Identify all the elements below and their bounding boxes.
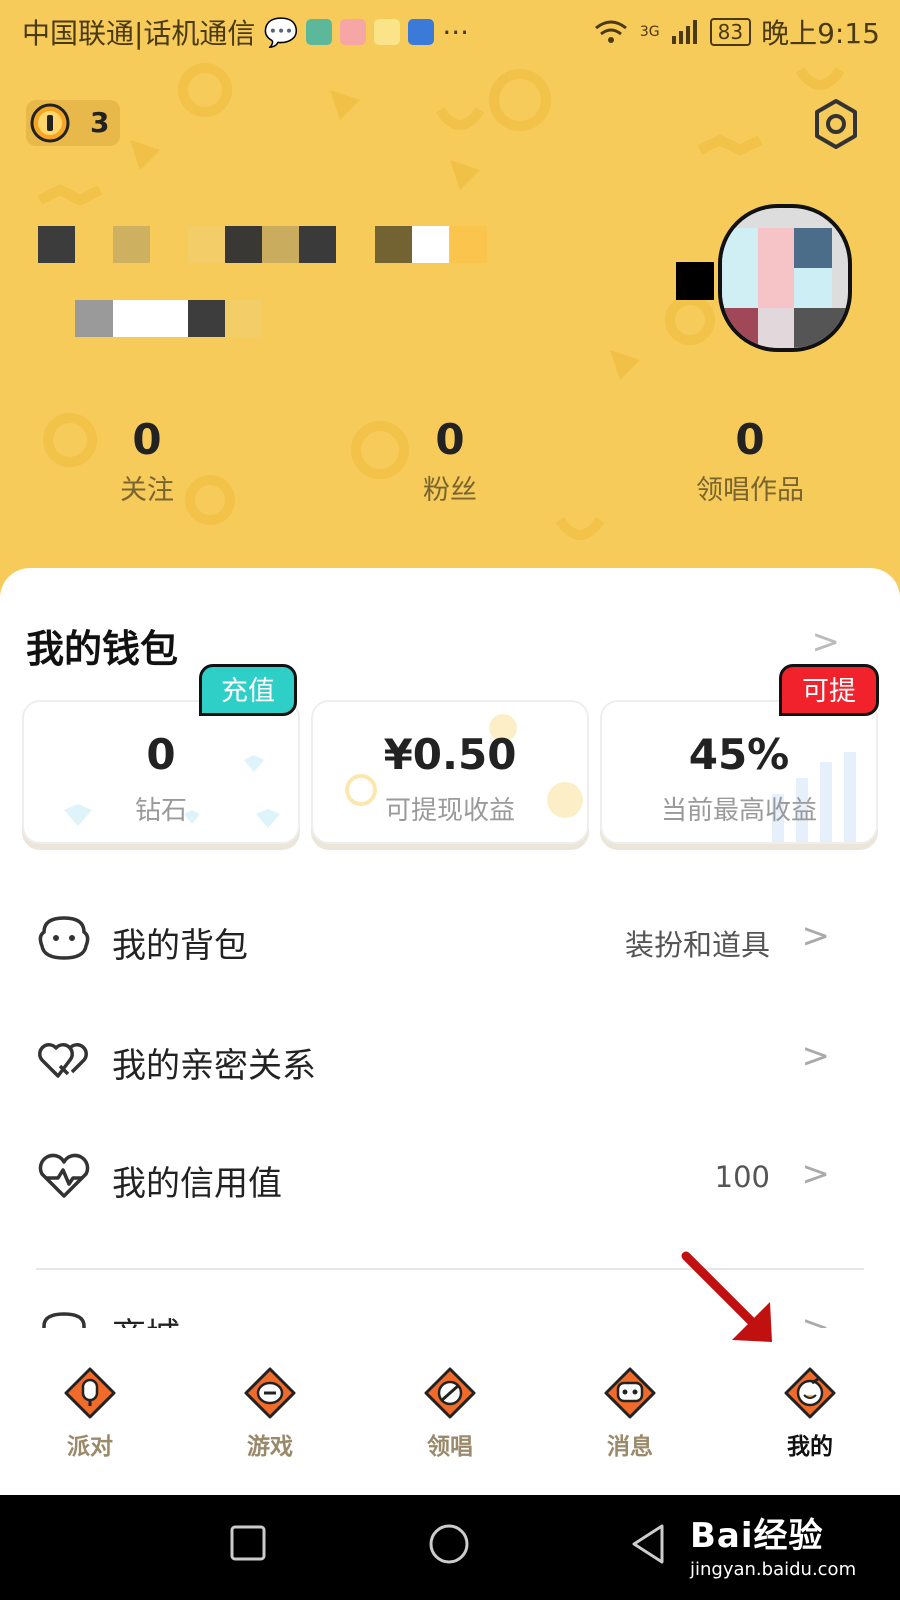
- stat-label: 关注: [120, 475, 174, 506]
- carrier-text: 中国联通|话机通信: [22, 17, 256, 50]
- diamond-label: 钻石: [134, 796, 187, 826]
- avatar[interactable]: [718, 204, 852, 352]
- stat-value: 0: [435, 415, 465, 464]
- baidu-jingyan-watermark: Bai经验 jingyan.baidu.com: [690, 1508, 856, 1580]
- watermark-sub: jingyan.baidu.com: [690, 1559, 857, 1580]
- chevron-right-icon: >: [801, 1154, 831, 1194]
- nav-label: 消息: [607, 1434, 653, 1460]
- back-triangle-icon[interactable]: [630, 1523, 666, 1565]
- signal-icon: [671, 20, 697, 44]
- app-icon: [374, 19, 401, 45]
- wifi-icon: [594, 20, 627, 43]
- upgrade-badge[interactable]: 可提升: [779, 664, 879, 757]
- app-icon: [340, 19, 367, 45]
- profile-icon: [784, 1367, 836, 1419]
- coin-count: 3: [90, 106, 110, 139]
- menu-label: 商城: [112, 1308, 180, 1328]
- profile-header: 中国联通|话机通信 💬 ··· 3G 83 晚上9:15 3 0 关注 0 粉丝…: [0, 0, 900, 600]
- stat-value: 0: [132, 415, 162, 464]
- nav-tab-party[interactable]: 派对: [30, 1365, 150, 1461]
- stat-works[interactable]: 0 领唱作品: [650, 415, 850, 507]
- nav-label: 游戏: [247, 1434, 293, 1460]
- screen: 中国联通|话机通信 💬 ··· 3G 83 晚上9:15 3 0 关注 0 粉丝…: [0, 0, 900, 1495]
- menu-item-credit[interactable]: 我的信用值 100 >: [0, 1126, 900, 1226]
- chevron-right-icon: >: [801, 916, 831, 956]
- stat-value: 0: [735, 415, 765, 464]
- menu-label: 我的亲密关系: [112, 1046, 316, 1086]
- wallet-earnings-card[interactable]: ¥0.50 可提现收益: [311, 700, 589, 844]
- status-bar: 中国联通|话机通信 💬 ··· 3G 83 晚上9:15: [0, 0, 900, 62]
- earnings-amount: ¥0.50: [383, 730, 517, 779]
- diamond-count: 0: [146, 730, 176, 779]
- wallet-diamond-card[interactable]: 0 钻石: [22, 700, 300, 844]
- menu-item-backpack[interactable]: 我的背包 装扮和道具 >: [0, 888, 900, 988]
- avatar-left-block: [676, 262, 714, 300]
- menu-value: 100: [714, 1160, 770, 1194]
- chevron-right-icon: >: [801, 1036, 831, 1076]
- nav-tab-game[interactable]: 游戏: [210, 1365, 330, 1461]
- message-icon: [604, 1367, 656, 1419]
- menu-label: 我的信用值: [112, 1164, 282, 1204]
- more-icon: ···: [442, 15, 470, 49]
- stat-label: 粉丝: [423, 475, 477, 506]
- chat-bubble-icon: 💬: [263, 15, 299, 49]
- menu-item-intimacy[interactable]: 我的亲密关系 >: [0, 1008, 900, 1108]
- nav-tab-me[interactable]: 我的: [750, 1365, 870, 1461]
- clock: 晚上9:15: [761, 17, 880, 50]
- nav-tab-messages[interactable]: 消息: [570, 1365, 690, 1461]
- hearts-icon: [38, 1043, 88, 1078]
- recents-square-icon[interactable]: [230, 1525, 266, 1561]
- recharge-badge[interactable]: 充值: [199, 664, 297, 716]
- coin-balance[interactable]: 3: [26, 100, 120, 146]
- bottom-nav: 派对 游戏 领唱 消息 我的: [0, 1355, 900, 1495]
- stat-label: 领唱作品: [696, 475, 804, 506]
- nav-label: 我的: [787, 1434, 833, 1460]
- nav-tab-lead-sing[interactable]: 领唱: [390, 1365, 510, 1461]
- chevron-right-icon[interactable]: >: [812, 622, 841, 662]
- chevron-right-icon: >: [801, 1308, 831, 1328]
- stat-following[interactable]: 0 关注: [47, 415, 247, 507]
- menu-value: 装扮和道具: [624, 928, 770, 962]
- nav-label: 领唱: [427, 1434, 473, 1460]
- rate-label: 当前最高收益: [660, 796, 817, 826]
- nav-label: 派对: [67, 1434, 113, 1460]
- battery-indicator: 83: [709, 18, 752, 46]
- app-icon: [306, 19, 333, 45]
- profile-stats: 0 关注 0 粉丝 0 领唱作品: [0, 415, 900, 515]
- planet-icon: [424, 1367, 476, 1419]
- earnings-label: 可提现收益: [384, 796, 515, 826]
- stat-fans[interactable]: 0 粉丝: [350, 415, 550, 507]
- menu-label: 我的背包: [112, 926, 248, 966]
- coin-icon: [30, 103, 70, 143]
- bulb-icon: [408, 19, 435, 45]
- settings-gear-icon[interactable]: [812, 98, 860, 150]
- game-icon: [244, 1367, 296, 1419]
- wallet-title[interactable]: 我的钱包: [26, 618, 178, 673]
- heart-pulse-icon: [38, 1153, 90, 1198]
- microphone-icon: [64, 1367, 116, 1419]
- shop-icon: [42, 1312, 86, 1328]
- home-circle-icon[interactable]: [428, 1523, 470, 1565]
- network-type: 3G: [639, 24, 660, 40]
- annotation-arrow-icon: [681, 1251, 772, 1342]
- watermark-main: Bai经验: [690, 1516, 824, 1556]
- backpack-icon: [38, 916, 90, 960]
